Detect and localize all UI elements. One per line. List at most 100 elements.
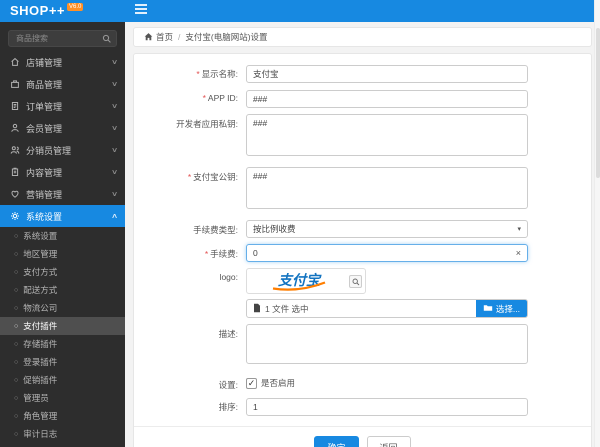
form-footer: 确定 返回 <box>134 426 591 447</box>
sidebar-submenu: ○ 系统设置 ○ 地区管理 ○ 支付方式 ○ 配送方式 ○ 物流公司 ○ 支付插件 ○ 存储插… <box>0 227 125 443</box>
circle-icon: ○ <box>14 232 19 240</box>
search-icon[interactable] <box>102 31 112 49</box>
submenu-item-system-settings[interactable]: ○ 系统设置 <box>0 227 125 245</box>
check-icon: ✓ <box>247 377 256 388</box>
clear-icon[interactable]: × <box>516 248 521 258</box>
enabled-checkbox-label: 是否启用 <box>261 378 296 388</box>
circle-icon: ○ <box>14 250 19 258</box>
chevron-down-icon: ∨ <box>110 59 119 66</box>
sidebar-item-distributors[interactable]: 分销员管理 ∨ <box>0 139 125 161</box>
logo-file-input[interactable]: 1 文件 选中 选择... <box>246 299 528 318</box>
field-public-key: * 支付宝公钥: ### <box>134 167 591 214</box>
submenu-item-shipping-methods[interactable]: ○ 配送方式 <box>0 281 125 299</box>
enabled-checkbox[interactable]: ✓ <box>246 377 257 389</box>
sidebar-search <box>8 28 117 47</box>
topbar <box>125 0 600 22</box>
chevron-down-icon: ∨ <box>110 81 119 88</box>
field-settings: 设置: ✓ 是否启用 <box>218 377 296 390</box>
back-button[interactable]: 返回 <box>366 436 411 447</box>
private-key-textarea[interactable]: ### <box>246 114 528 156</box>
goods-icon <box>10 79 20 89</box>
chevron-down-icon: ∨ <box>110 103 119 110</box>
breadcrumb-home-link[interactable]: 首页 <box>144 31 173 43</box>
circle-icon: ○ <box>14 304 19 312</box>
home-icon <box>144 32 153 43</box>
submenu-item-payment-methods[interactable]: ○ 支付方式 <box>0 263 125 281</box>
member-icon <box>10 123 20 133</box>
sidebar-item-goods[interactable]: 商品管理 ∨ <box>0 73 125 95</box>
brand-logo: SHOP++ V6.0 <box>0 0 125 22</box>
submenu-item-regions[interactable]: ○ 地区管理 <box>0 245 125 263</box>
alipay-settings-form: *显示名称: *APP ID: 开发者应用私钥: ### *支付宝公钥: ###… <box>133 53 592 447</box>
field-app-id: * APP ID: <box>134 89 591 108</box>
field-logo: logo: 支付宝 1 文件 选中 选择... <box>134 268 591 318</box>
order-icon <box>10 101 20 111</box>
magnifier-icon[interactable] <box>349 275 362 288</box>
display-name-input[interactable] <box>246 65 528 83</box>
submenu-item-audit-log[interactable]: ○ 审计日志 <box>0 425 125 443</box>
confirm-button[interactable]: 确定 <box>314 436 359 447</box>
file-status-text: 1 文件 选中 <box>265 303 309 314</box>
chevron-down-icon: ∨ <box>110 169 119 176</box>
browse-button[interactable]: 选择... <box>475 300 527 317</box>
main-area: 首页 / 支付宝(电脑网站)设置 *显示名称: *APP ID: 开发者应用私钥… <box>125 0 600 447</box>
circle-icon: ○ <box>14 430 19 438</box>
submenu-item-login-plugins[interactable]: ○ 登录插件 <box>0 353 125 371</box>
marketing-icon <box>10 189 20 199</box>
logo-preview: 支付宝 <box>246 268 366 294</box>
scrollbar-thumb[interactable] <box>596 28 600 178</box>
required-asterisk: * <box>187 172 192 182</box>
hamburger-icon[interactable] <box>134 2 148 20</box>
sidebar-item-system-settings[interactable]: 系统设置 ∧ <box>0 205 125 227</box>
fee-type-selected-value: 按比例收费 <box>253 224 296 234</box>
chevron-down-icon: ∨ <box>110 125 119 132</box>
folder-icon <box>483 304 493 314</box>
circle-icon: ○ <box>14 376 19 384</box>
submenu-item-admins[interactable]: ○ 管理员 <box>0 389 125 407</box>
circle-icon: ○ <box>14 286 19 294</box>
circle-icon: ○ <box>14 322 19 330</box>
scrollbar-track[interactable] <box>594 0 600 447</box>
sidebar-item-members[interactable]: 会员管理 ∨ <box>0 117 125 139</box>
sidebar-item-orders[interactable]: 订单管理 ∨ <box>0 95 125 117</box>
caret-down-icon: ▾ <box>517 226 521 233</box>
fee-input[interactable] <box>253 248 516 258</box>
description-textarea[interactable] <box>246 324 528 364</box>
chevron-down-icon: ∨ <box>110 147 119 154</box>
brand-name: SHOP++ <box>10 3 66 18</box>
chevron-down-icon: ∨ <box>110 191 119 198</box>
public-key-textarea[interactable]: ### <box>246 167 528 209</box>
field-fee: *手续费: × <box>134 244 591 262</box>
file-icon <box>253 303 261 315</box>
field-display-name: * 显示名称: <box>134 64 591 83</box>
field-sort: 排序: <box>134 397 591 416</box>
submenu-item-roles[interactable]: ○ 角色管理 <box>0 407 125 425</box>
field-description: 描述: <box>134 324 591 369</box>
content: 首页 / 支付宝(电脑网站)设置 *显示名称: *APP ID: 开发者应用私钥… <box>125 22 600 447</box>
field-private-key: 开发者应用私钥: ### <box>134 114 591 161</box>
sort-input[interactable] <box>246 398 528 416</box>
gear-icon <box>10 211 20 221</box>
search-input[interactable] <box>8 30 117 47</box>
app-id-input[interactable] <box>246 90 528 108</box>
alipay-logo: 支付宝 <box>272 272 326 291</box>
submenu-item-payment-plugins[interactable]: ○ 支付插件 <box>0 317 125 335</box>
circle-icon: ○ <box>14 412 19 420</box>
submenu-item-promotion-plugins[interactable]: ○ 促销插件 <box>0 371 125 389</box>
sidebar-item-marketing[interactable]: 营销管理 ∨ <box>0 183 125 205</box>
required-asterisk: * <box>202 93 206 103</box>
required-asterisk: * <box>196 69 200 79</box>
chevron-up-icon: ∧ <box>110 213 119 220</box>
version-badge: V6.0 <box>67 3 84 11</box>
fee-type-select[interactable]: 按比例收费 ▾ <box>246 220 528 238</box>
fee-input-focused: × <box>246 244 528 262</box>
shop-icon <box>10 57 20 67</box>
submenu-item-storage-plugins[interactable]: ○ 存储插件 <box>0 335 125 353</box>
sidebar-item-content[interactable]: 内容管理 ∨ <box>0 161 125 183</box>
circle-icon: ○ <box>14 358 19 366</box>
breadcrumb: 首页 / 支付宝(电脑网站)设置 <box>133 27 592 47</box>
shop-admin-window: SHOP++ V6.0 店铺管理 ∨ 商品管理 ∨ 订单管理 ∨ <box>0 0 600 447</box>
submenu-item-logistics[interactable]: ○ 物流公司 <box>0 299 125 317</box>
content-icon <box>10 167 20 177</box>
sidebar-item-store[interactable]: 店铺管理 ∨ <box>0 51 125 73</box>
